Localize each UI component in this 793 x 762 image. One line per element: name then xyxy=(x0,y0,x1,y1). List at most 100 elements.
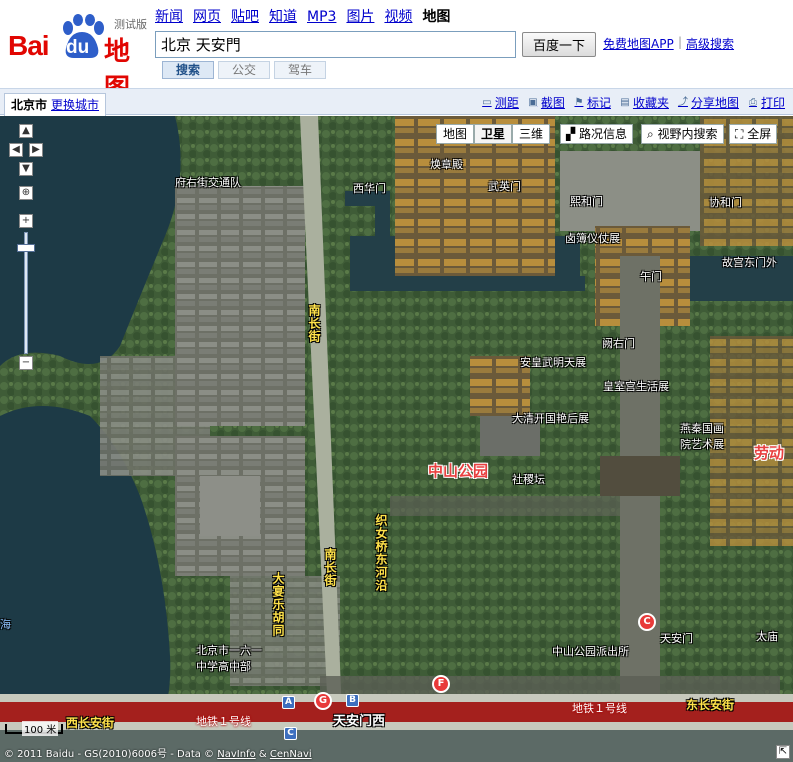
label-taiji-exhibit[interactable]: 大清开国艳后展 xyxy=(512,410,589,426)
tool-favorites[interactable]: ▤ 收藏夹 xyxy=(619,94,669,111)
label-yiyizhan[interactable]: 卤簿仪仗展 xyxy=(565,230,620,246)
link-separator: | xyxy=(678,35,683,49)
tab-bus[interactable]: 公交 xyxy=(218,61,270,79)
copyright-amp: & xyxy=(258,749,267,760)
change-city-link[interactable]: 更换城市 xyxy=(51,98,99,112)
tab-drive[interactable]: 驾车 xyxy=(274,61,326,79)
zoom-slider-handle[interactable] xyxy=(17,244,35,252)
label-wumen[interactable]: 午门 xyxy=(640,268,662,284)
label-huangshi-exhibit[interactable]: 皇室宫生活展 xyxy=(603,378,669,394)
cennavi-link[interactable]: CenNavi xyxy=(270,749,312,760)
station-exit-b[interactable]: B xyxy=(346,694,359,707)
map-tools: ▭ 测距 ▣ 截图 ⚑ 标记 ▤ 收藏夹 ⤴ 分享地图 ⎙ 打印 xyxy=(481,94,785,111)
marker-icon: ⚑ xyxy=(574,96,584,108)
header: Bai du 地图 测试版 新闻 网页 贴吧 知道 MP3 图片 视频 地图 百… xyxy=(0,0,793,104)
label-xihemen[interactable]: 熙和门 xyxy=(570,193,603,209)
traffic-label: 路况信息 xyxy=(579,127,628,141)
label-tiananmen-west-station[interactable]: 天安门西 xyxy=(333,710,385,729)
station-exit-a[interactable]: A xyxy=(282,696,295,709)
tool-share-label: 分享地图 xyxy=(690,96,739,110)
label-xichangan[interactable]: 西长安街 xyxy=(66,714,114,731)
satellite-imagery xyxy=(0,116,793,762)
folder-icon: ▤ xyxy=(620,96,630,108)
label-school-161[interactable]: 北京市一六一中学高中部 xyxy=(196,642,268,674)
maptype-3d[interactable]: 三维 xyxy=(512,124,551,144)
map-toolbar: 北京市 更换城市 ▭ 测距 ▣ 截图 ⚑ 标记 ▤ 收藏夹 ⤴ 分享地图 ⎙ 打印 xyxy=(0,88,793,116)
label-dayanle-hutong[interactable]: 大宴乐胡同 xyxy=(270,572,287,637)
resize-corner-icon[interactable]: ⇱ xyxy=(776,745,790,759)
view-search-button[interactable]: ⌕ 视野内搜索 xyxy=(641,124,724,144)
navinfo-link[interactable]: NavInfo xyxy=(217,749,255,760)
tool-measure[interactable]: ▭ 测距 xyxy=(481,94,519,111)
beta-label: 测试版 xyxy=(114,18,147,31)
pan-down-icon[interactable]: ▼ xyxy=(19,162,33,176)
label-taimiao[interactable]: 太庙 xyxy=(756,628,778,644)
zoom-in-button[interactable]: + xyxy=(19,214,33,228)
nav-zhidao[interactable]: 知道 xyxy=(269,8,297,26)
label-zhongshan-park[interactable]: 中山公园 xyxy=(428,460,488,481)
label-zhinv-bridge[interactable]: 织女桥东河沿 xyxy=(373,514,390,592)
nav-web[interactable]: 网页 xyxy=(193,8,221,26)
label-xiehemen[interactable]: 协和门 xyxy=(709,194,742,210)
free-app-link[interactable]: 免费地图APP xyxy=(603,35,674,52)
zoom-out-button[interactable]: − xyxy=(19,356,33,370)
traffic-button[interactable]: ▞ 路况信息 xyxy=(560,124,634,144)
tool-mark[interactable]: ⚑ 标记 xyxy=(573,94,611,111)
baidu-map-logo[interactable]: Bai du 地图 测试版 xyxy=(8,10,150,104)
station-exit-c[interactable]: C xyxy=(284,727,297,740)
scale-label: 100 米 xyxy=(22,721,59,736)
tool-print-label: 打印 xyxy=(760,96,785,110)
label-sheji-altar[interactable]: 社稷坛 xyxy=(512,471,545,487)
label-tiananmen[interactable]: 天安门 xyxy=(660,630,693,646)
print-icon: ⎙ xyxy=(748,96,757,108)
label-zhuandian[interactable]: 焕章殿 xyxy=(430,156,463,172)
maptype-satellite[interactable]: 卫星 xyxy=(474,124,513,144)
label-dongchangan[interactable]: 东长安街 xyxy=(686,696,734,713)
result-marker-c[interactable]: C xyxy=(638,613,656,631)
city-tab: 北京市 更换城市 xyxy=(4,93,107,116)
result-marker-f[interactable]: F xyxy=(432,675,450,693)
tool-screenshot[interactable]: ▣ 截图 xyxy=(527,94,565,111)
result-marker-g[interactable]: G xyxy=(314,692,332,710)
map-type-switch: 地图 卫星 三维 xyxy=(436,124,551,144)
nav-video[interactable]: 视频 xyxy=(384,8,412,26)
label-police-station[interactable]: 中山公园派出所 xyxy=(552,643,629,659)
copyright: © 2011 Baidu - GS(2010)6006号 - Data © Na… xyxy=(4,745,312,760)
label-xihuamen[interactable]: 西华门 xyxy=(353,180,386,196)
label-xiwu-exhibit[interactable]: 安皇武明天展 xyxy=(520,354,586,370)
pan-up-icon[interactable]: ▲ xyxy=(19,124,33,138)
label-gugong-east[interactable]: 故宫东门外 xyxy=(722,254,777,270)
nav-tieba[interactable]: 贴吧 xyxy=(231,8,259,26)
map-canvas[interactable]: 府右街交通队 西华门 武英门 焕章殿 熙和门 协和门 卤簿仪仗展 午门 故宫东门… xyxy=(0,116,793,762)
tool-screenshot-label: 截图 xyxy=(540,96,565,110)
nav-mp3[interactable]: MP3 xyxy=(307,8,336,26)
maptype-map[interactable]: 地图 xyxy=(436,124,475,144)
pan-right-icon[interactable]: ▶ xyxy=(29,143,43,157)
advanced-search-link[interactable]: 高级搜索 xyxy=(686,35,734,52)
logo-bai: Bai xyxy=(8,30,50,61)
label-fuyoujie[interactable]: 府右街交通队 xyxy=(175,174,241,190)
screenshot-icon: ▣ xyxy=(528,96,538,108)
label-laodong[interactable]: 劳动 xyxy=(754,442,784,463)
search-button[interactable]: 百度一下 xyxy=(522,32,596,57)
copyright-text: © 2011 Baidu - GS(2010)6006号 - Data © xyxy=(4,749,215,760)
tab-search[interactable]: 搜索 xyxy=(162,61,214,79)
label-metro-line1-west[interactable]: 地铁１号线 xyxy=(196,713,251,729)
label-nanchangjie-south[interactable]: 南长街 xyxy=(322,548,339,587)
nav-images[interactable]: 图片 xyxy=(346,8,374,26)
pan-left-icon[interactable]: ◀ xyxy=(9,143,23,157)
search-icon: ⌕ xyxy=(647,127,658,141)
fullscreen-button[interactable]: ⛶ 全屏 xyxy=(729,124,778,144)
nav-news[interactable]: 新闻 xyxy=(155,8,183,26)
tool-share[interactable]: ⤴ 分享地图 xyxy=(677,94,739,111)
ruler-icon: ▭ xyxy=(482,96,492,108)
search-input[interactable] xyxy=(155,31,516,58)
tool-print[interactable]: ⎙ 打印 xyxy=(747,94,785,111)
label-metro-line1-east[interactable]: 地铁１号线 xyxy=(572,700,627,716)
reset-view-icon[interactable]: ⊕ xyxy=(19,186,33,200)
zoom-control: ▲ ◀ ▶ ▼ ⊕ + − xyxy=(8,124,46,374)
label-wuyingmen[interactable]: 武英门 xyxy=(488,178,521,194)
label-queyoumen[interactable]: 阙右门 xyxy=(602,335,635,351)
label-nanchangjie-north[interactable]: 南长街 xyxy=(306,304,323,343)
label-yanqin-gallery[interactable]: 燕秦国画院艺术展 xyxy=(680,420,728,452)
